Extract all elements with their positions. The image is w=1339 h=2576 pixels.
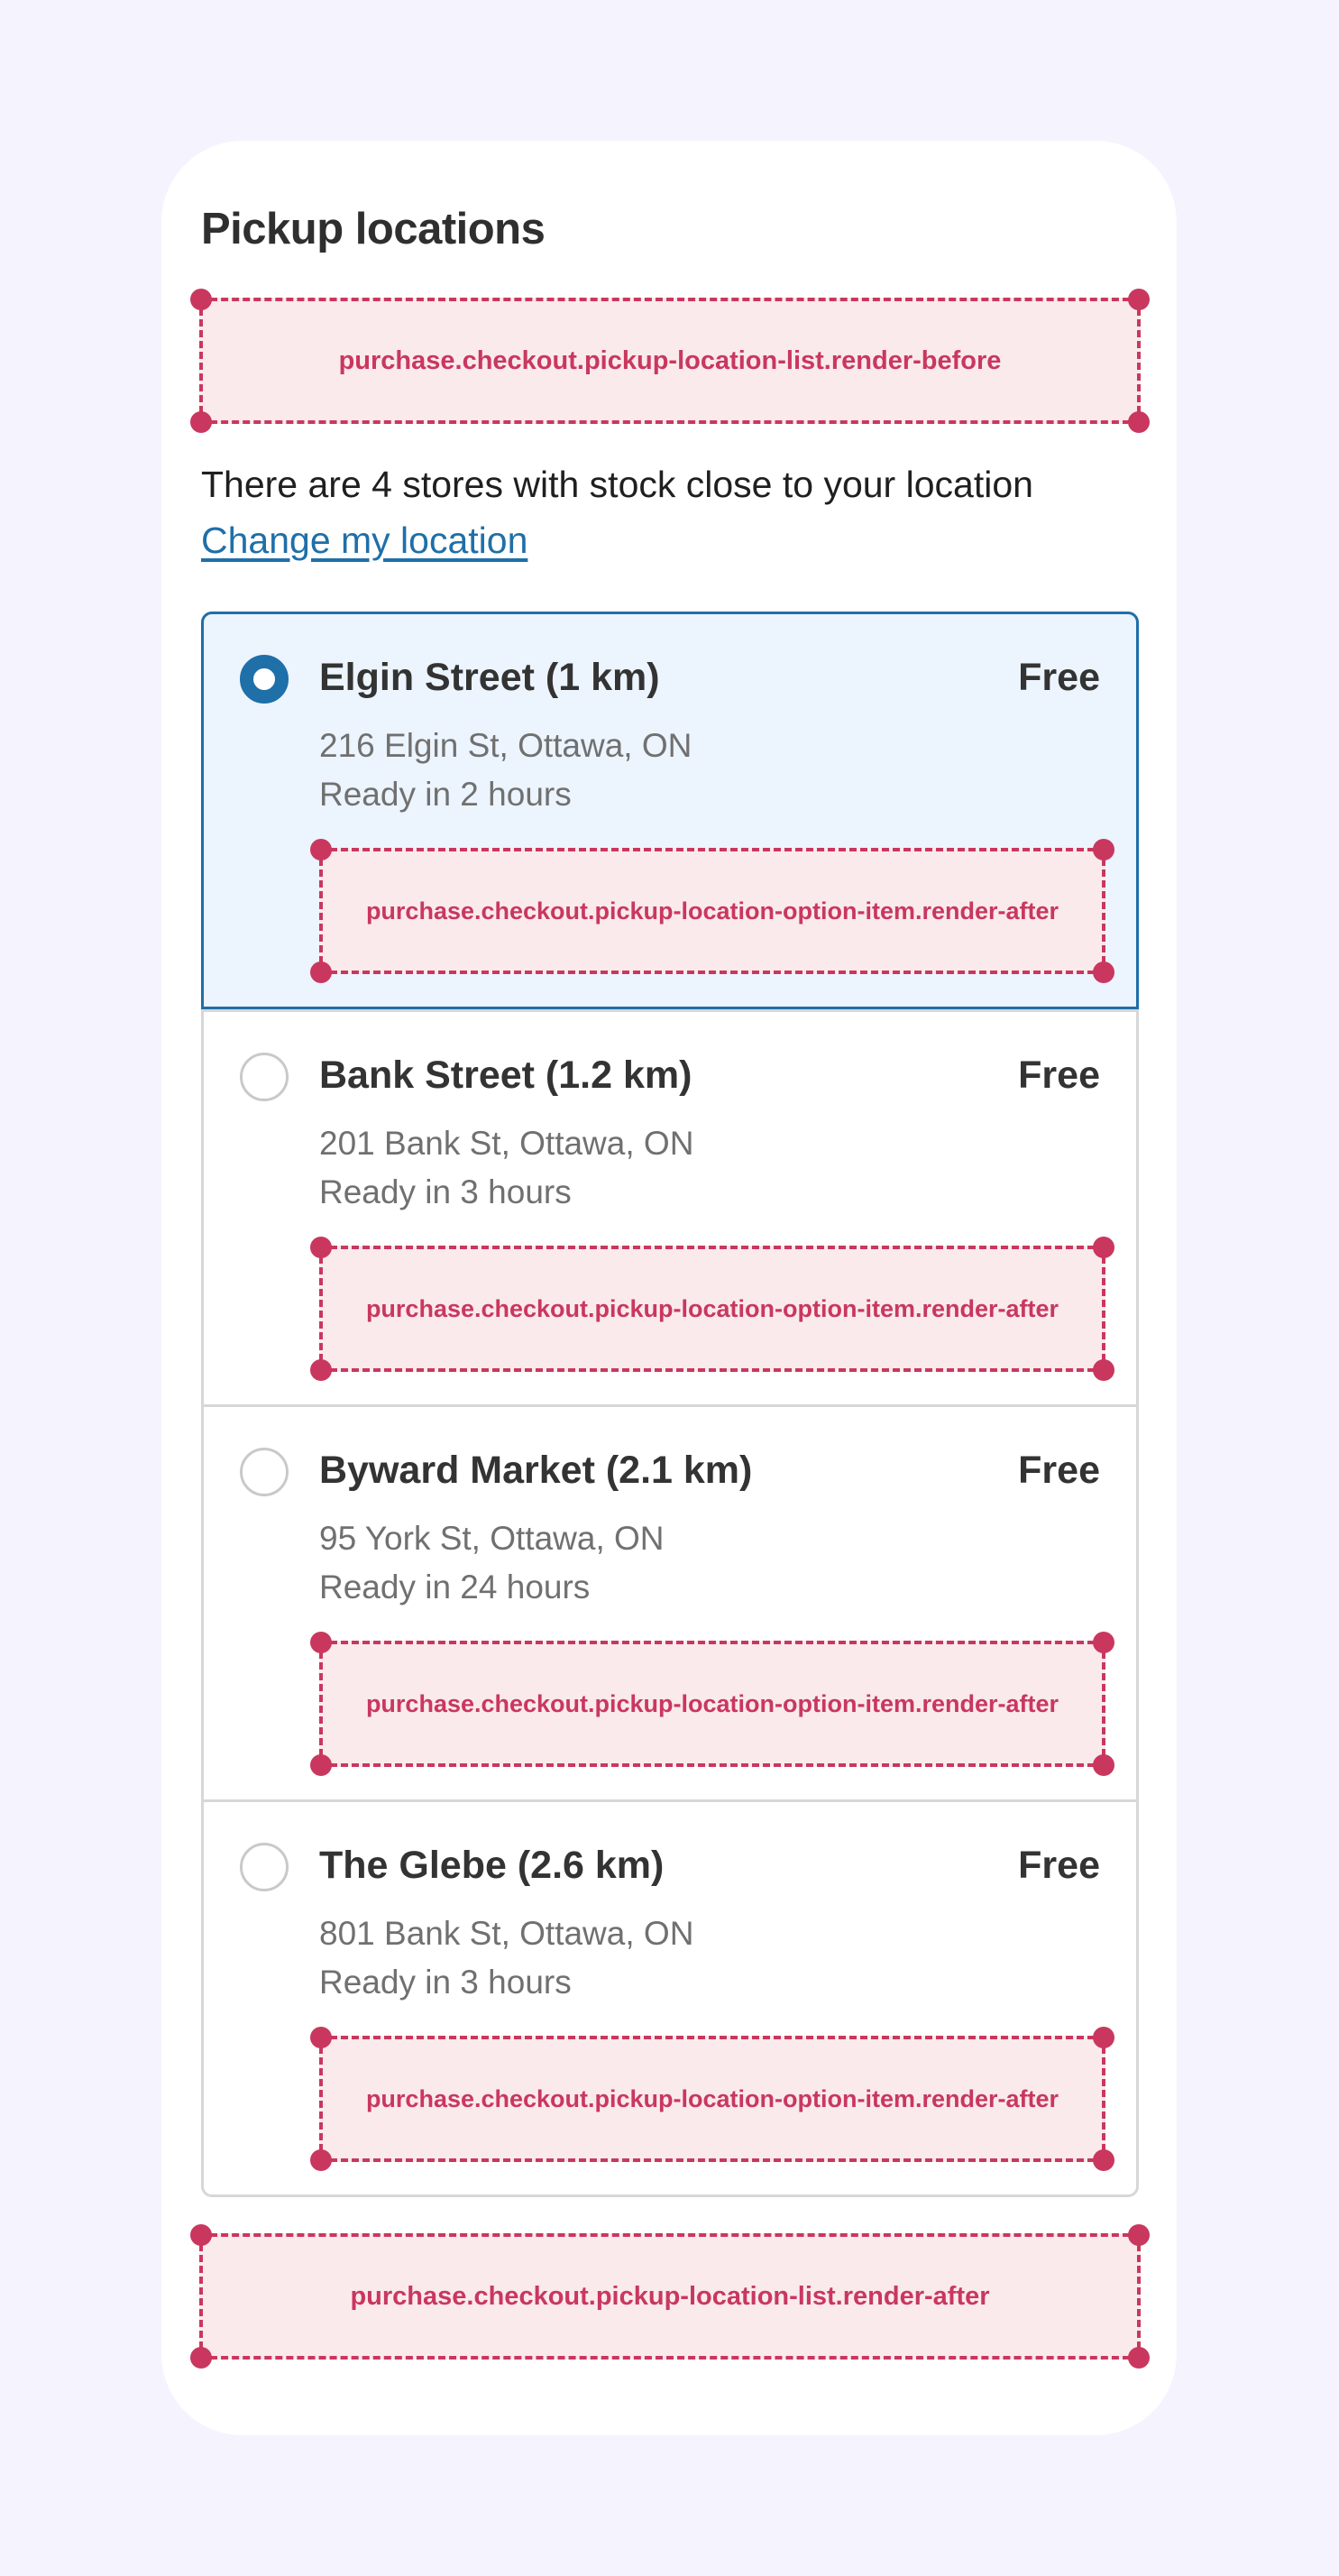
option-price: Free — [1018, 1844, 1100, 1887]
extension-point-option-item-after: purchase.checkout.pickup-location-option… — [310, 839, 1114, 983]
extension-label: purchase.checkout.pickup-location-option… — [365, 2084, 1059, 2112]
corner-handle — [310, 961, 332, 983]
option-address: 801 Bank St, Ottawa, ON — [319, 1915, 694, 1952]
option-name: Bank Street (1.2 km) — [319, 1053, 692, 1097]
corner-handle — [310, 839, 332, 860]
pickup-option-elgin-street[interactable]: Elgin Street (1 km) Free 216 Elgin St, O… — [201, 612, 1139, 1009]
pickup-card: Pickup locations purchase.checkout.picku… — [161, 141, 1177, 2435]
extension-label: purchase.checkout.pickup-location-option… — [365, 1294, 1059, 1322]
corner-handle — [310, 1237, 332, 1258]
extension-label: purchase.checkout.pickup-location-option… — [365, 1689, 1059, 1717]
corner-handle — [1093, 1237, 1114, 1258]
radio-button[interactable] — [240, 1053, 289, 1101]
corner-handle — [1093, 961, 1114, 983]
option-address: 95 York St, Ottawa, ON — [319, 1520, 665, 1557]
corner-handle — [1093, 2027, 1114, 2048]
corner-handle — [1128, 289, 1150, 310]
option-name: The Glebe (2.6 km) — [319, 1844, 665, 1887]
radio-button[interactable] — [240, 1448, 289, 1496]
pickup-option-the-glebe[interactable]: The Glebe (2.6 km) Free 801 Bank St, Ott… — [204, 1799, 1136, 2194]
option-ready-time: Ready in 2 hours — [319, 776, 572, 813]
extension-label: purchase.checkout.pickup-location-list.r… — [338, 345, 1002, 375]
corner-handle — [1093, 1632, 1114, 1653]
corner-handle — [1128, 411, 1150, 433]
stock-message: There are 4 stores with stock close to y… — [201, 464, 1033, 505]
pickup-options-list: Elgin Street (1 km) Free 216 Elgin St, O… — [201, 612, 1139, 2197]
corner-handle — [310, 1754, 332, 1776]
radio-button[interactable] — [240, 1843, 289, 1891]
corner-handle — [190, 2224, 212, 2246]
pickup-option-byward-market[interactable]: Byward Market (2.1 km) Free 95 York St, … — [204, 1404, 1136, 1799]
corner-handle — [190, 411, 212, 433]
option-address: 201 Bank St, Ottawa, ON — [319, 1125, 694, 1162]
extension-label: purchase.checkout.pickup-location-list.r… — [350, 2281, 990, 2311]
corner-handle — [310, 2149, 332, 2171]
corner-handle — [310, 1359, 332, 1381]
corner-handle — [190, 2347, 212, 2369]
page-title: Pickup locations — [201, 205, 546, 253]
corner-handle — [1128, 2347, 1150, 2369]
corner-handle — [1128, 2224, 1150, 2246]
option-ready-time: Ready in 3 hours — [319, 1173, 572, 1210]
option-address: 216 Elgin St, Ottawa, ON — [319, 727, 692, 764]
corner-handle — [1093, 1754, 1114, 1776]
radio-button-selected[interactable] — [240, 655, 289, 704]
corner-handle — [190, 289, 212, 310]
option-name: Byward Market (2.1 km) — [319, 1449, 753, 1492]
corner-handle — [310, 1632, 332, 1653]
extension-point-list-after: purchase.checkout.pickup-location-list.r… — [190, 2224, 1150, 2369]
corner-handle — [310, 2027, 332, 2048]
extension-label: purchase.checkout.pickup-location-option… — [365, 897, 1059, 925]
extension-point-option-item-after: purchase.checkout.pickup-location-option… — [310, 1632, 1114, 1776]
corner-handle — [1093, 2149, 1114, 2171]
option-price: Free — [1018, 656, 1100, 699]
change-location-link[interactable]: Change my location — [201, 520, 527, 562]
extension-point-option-item-after: purchase.checkout.pickup-location-option… — [310, 1237, 1114, 1381]
option-name: Elgin Street (1 km) — [319, 656, 660, 699]
option-price: Free — [1018, 1053, 1100, 1097]
corner-handle — [1093, 1359, 1114, 1381]
corner-handle — [1093, 839, 1114, 860]
option-ready-time: Ready in 3 hours — [319, 1964, 572, 2001]
pickup-option-bank-street[interactable]: Bank Street (1.2 km) Free 201 Bank St, O… — [204, 1009, 1136, 1404]
extension-point-option-item-after: purchase.checkout.pickup-location-option… — [310, 2027, 1114, 2171]
option-ready-time: Ready in 24 hours — [319, 1569, 591, 1605]
extension-point-list-before: purchase.checkout.pickup-location-list.r… — [190, 289, 1150, 433]
option-price: Free — [1018, 1449, 1100, 1492]
